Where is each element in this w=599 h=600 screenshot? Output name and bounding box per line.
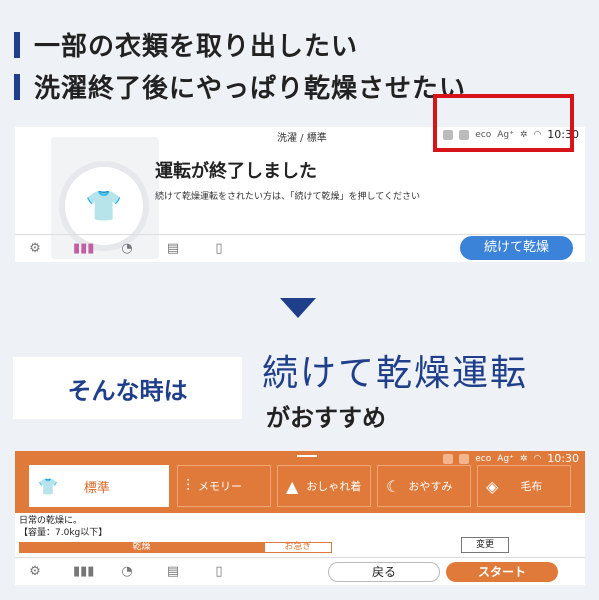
course-label: 毛布 [520, 480, 543, 493]
course-label: 標準 [83, 480, 110, 496]
settings-icon[interactable]: ⚙ [27, 564, 43, 580]
status-icons: eco Ag⁺ ✲ ◠ 10:30 [443, 452, 579, 465]
when-label: そんな時は [13, 357, 242, 419]
timer-icon[interactable]: ◔ [119, 564, 135, 580]
course-blanket[interactable]: ◈ 毛布 [477, 465, 571, 507]
recommend-title: 続けて乾燥運転 [262, 353, 529, 394]
heading-2: 洗濯終了後にやっぱり乾燥させたい [14, 68, 466, 105]
blanket-icon: ◈ [486, 476, 499, 496]
wifi-icon: ◠ [533, 453, 542, 464]
course-memory[interactable]: ⫶ メモリー [177, 465, 271, 507]
heading-1: 一部の衣類を取り出したい [14, 26, 358, 63]
clock-time: 10:30 [547, 452, 579, 465]
course-night[interactable]: ☾ おやすみ [377, 465, 471, 507]
course-standard[interactable]: 👕 標準 [29, 465, 169, 507]
heading-bar [14, 31, 20, 58]
finish-message: 続けて乾燥運転をされたい方は、「続けて乾燥」を押してください [155, 192, 420, 202]
shirt-icon: 👕 [38, 476, 58, 496]
highlight-frame [433, 94, 574, 152]
course-label: おやすみ [408, 480, 453, 493]
child-lock-icon [459, 453, 470, 464]
heading-text: 一部の衣類を取り出したい [34, 32, 359, 62]
sparkle-icon: ✲ [519, 453, 528, 464]
log-icon[interactable]: ▤ [165, 564, 181, 580]
dry-mode-selector: 乾燥 お急ぎ [19, 542, 332, 553]
description-line: 日常の乾燥に。 [19, 516, 83, 526]
heading-text: 洗濯終了後にやっぱり乾燥させたい [34, 74, 467, 104]
phone-icon[interactable]: ▯ [211, 564, 227, 580]
detergent-icon[interactable]: ▮▮▮ [73, 564, 94, 580]
log-icon[interactable]: ▤ [165, 241, 181, 257]
course-bar: eco Ag⁺ ✲ ◠ 10:30 👕 標準 ⫶ メモリー ▲ おしゃれ着 ☾ … [15, 451, 585, 513]
settings-icon[interactable]: ⚙ [27, 241, 43, 257]
down-arrow-icon [280, 298, 316, 318]
heading-bar [14, 73, 20, 100]
course-description: 日常の乾燥に。 【容量：7.0kg以下】 [19, 515, 107, 539]
moon-icon: ☾ [386, 476, 401, 496]
back-button[interactable]: 戻る [328, 562, 440, 582]
shirt-icon: 👕 [85, 188, 123, 224]
recommend-subtitle: がおすすめ [266, 404, 386, 432]
ag-icon: Ag⁺ [497, 453, 514, 464]
continue-dry-button[interactable]: 続けて乾燥 [460, 236, 573, 260]
drag-handle[interactable] [297, 455, 317, 457]
sliders-icon: ⫶ [186, 476, 191, 495]
mode-label: 洗濯 / 標準 [277, 133, 327, 144]
finish-title: 運転が終了しました [155, 161, 317, 182]
eco-icon: eco [475, 453, 492, 464]
course-label: おしゃれ着 [306, 480, 362, 493]
phone-icon[interactable]: ▯ [211, 241, 227, 257]
course-label: メモリー [198, 480, 243, 493]
detergent-icon[interactable]: ▮▮▮ [73, 241, 94, 257]
change-button[interactable]: 変更 [461, 537, 509, 553]
dress-icon: ▲ [286, 476, 299, 496]
mode-quick[interactable]: お急ぎ [264, 542, 332, 553]
capacity-line: 【容量：7.0kg以下】 [19, 528, 108, 538]
course-delicate[interactable]: ▲ おしゃれ着 [277, 465, 371, 507]
timer-icon[interactable]: ◔ [119, 241, 135, 257]
lock-icon [443, 453, 454, 464]
mode-dry[interactable]: 乾燥 [19, 542, 264, 553]
start-button[interactable]: スタート [446, 562, 558, 582]
